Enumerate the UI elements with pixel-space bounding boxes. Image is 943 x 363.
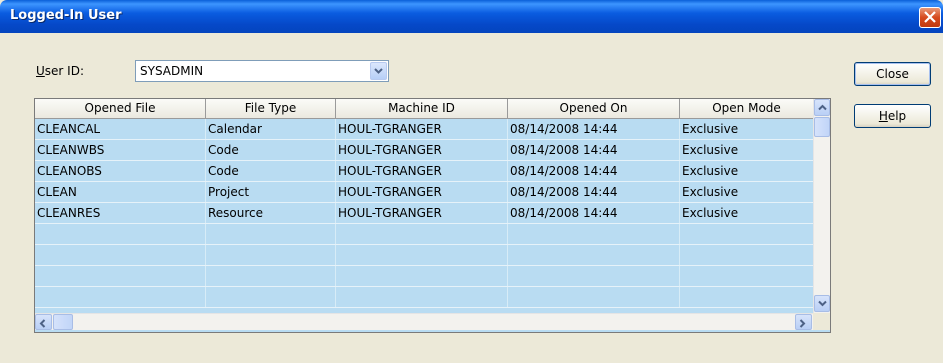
table-row[interactable]: CLEANRES Resource HOUL-TGRANGER 08/14/2008 … [35, 203, 814, 224]
cell-open-mode: Exclusive [680, 182, 814, 202]
cell-file-type [206, 287, 336, 307]
cell-opened-file: CLEANCAL [35, 119, 206, 139]
user-id-dropdown[interactable]: SYSADMIN [135, 60, 389, 82]
scroll-up-button[interactable] [814, 99, 830, 116]
cell-opened-file: CLEAN [35, 182, 206, 202]
cell-machine-id [336, 224, 508, 244]
dropdown-button[interactable] [370, 62, 387, 80]
cell-file-type [206, 266, 336, 286]
chevron-up-icon [818, 104, 827, 111]
cell-file-type: Calendar [206, 119, 336, 139]
opened-files-grid[interactable]: Opened File File Type Machine ID Opened … [34, 98, 831, 333]
column-header-machine-id[interactable]: Machine ID [336, 99, 508, 118]
cell-opened-on [508, 224, 680, 244]
vertical-scrollbar[interactable] [813, 99, 830, 313]
cell-opened-on: 08/14/2008 14:44 [508, 203, 680, 223]
cell-machine-id: HOUL-TGRANGER [336, 203, 508, 223]
cell-opened-on: 08/14/2008 14:44 [508, 161, 680, 181]
cell-open-mode: Exclusive [680, 140, 814, 160]
window-title: Logged-In User [10, 8, 122, 23]
table-row[interactable]: CLEANCAL Calendar HOUL-TGRANGER 08/14/2008 … [35, 119, 814, 140]
cell-opened-on [508, 245, 680, 265]
cell-open-mode [680, 287, 814, 307]
cell-file-type [206, 224, 336, 244]
scroll-down-button[interactable] [814, 295, 830, 312]
cell-open-mode [680, 245, 814, 265]
empty-table-row[interactable] [35, 266, 814, 287]
window-close-button[interactable] [919, 7, 941, 28]
cell-machine-id [336, 245, 508, 265]
grid-header: Opened File File Type Machine ID Opened … [35, 99, 814, 119]
logged-in-user-dialog: Logged-In User User ID: SYSADMIN Opened … [0, 0, 943, 363]
horizontal-scrollbar[interactable] [35, 313, 813, 330]
chevron-right-icon [799, 319, 806, 328]
horizontal-scroll-thumb[interactable] [53, 314, 73, 330]
cell-opened-on [508, 266, 680, 286]
scroll-left-button[interactable] [35, 314, 52, 330]
cell-machine-id: HOUL-TGRANGER [336, 140, 508, 160]
chevron-down-icon [374, 68, 383, 74]
cell-machine-id [336, 287, 508, 307]
user-id-label: User ID: [36, 64, 85, 78]
cell-opened-file [35, 224, 206, 244]
chevron-down-icon [818, 300, 827, 307]
cell-file-type: Code [206, 161, 336, 181]
cell-opened-file [35, 287, 206, 307]
cell-file-type: Code [206, 140, 336, 160]
close-button[interactable]: Close [854, 62, 931, 86]
column-header-opened-file[interactable]: Opened File [35, 99, 206, 118]
cell-open-mode [680, 266, 814, 286]
cell-open-mode: Exclusive [680, 161, 814, 181]
cell-opened-on: 08/14/2008 14:44 [508, 119, 680, 139]
cell-open-mode: Exclusive [680, 203, 814, 223]
user-id-value: SYSADMIN [140, 64, 204, 78]
scroll-right-button[interactable] [795, 314, 812, 330]
table-row[interactable]: CLEANOBS Code HOUL-TGRANGER 08/14/2008 14:4… [35, 161, 814, 182]
column-header-file-type[interactable]: File Type [206, 99, 336, 118]
cell-opened-file: CLEANOBS [35, 161, 206, 181]
title-bar[interactable]: Logged-In User [0, 0, 943, 33]
column-header-opened-on[interactable]: Opened On [508, 99, 680, 118]
cell-opened-on: 08/14/2008 14:44 [508, 140, 680, 160]
vertical-scroll-thumb[interactable] [814, 117, 830, 137]
cell-opened-file: CLEANRES [35, 203, 206, 223]
cell-opened-file: CLEANWBS [35, 140, 206, 160]
cell-opened-file [35, 266, 206, 286]
empty-table-row[interactable] [35, 245, 814, 266]
table-row[interactable]: CLEANWBS Code HOUL-TGRANGER 08/14/2008 14:4… [35, 140, 814, 161]
scrollbar-corner [813, 313, 830, 330]
cell-file-type [206, 245, 336, 265]
cell-machine-id [336, 266, 508, 286]
empty-table-row[interactable] [35, 224, 814, 245]
help-button[interactable]: Help [854, 104, 931, 128]
empty-table-row[interactable] [35, 287, 814, 308]
cell-opened-on: 08/14/2008 14:44 [508, 182, 680, 202]
cell-machine-id: HOUL-TGRANGER [336, 161, 508, 181]
cell-machine-id: HOUL-TGRANGER [336, 119, 508, 139]
cell-file-type: Project [206, 182, 336, 202]
cell-opened-file [35, 245, 206, 265]
close-icon [924, 11, 936, 23]
table-row[interactable]: CLEAN Project HOUL-TGRANGER 08/14/2008 14:4… [35, 182, 814, 203]
cell-machine-id: HOUL-TGRANGER [336, 182, 508, 202]
cell-open-mode [680, 224, 814, 244]
chevron-left-icon [39, 319, 46, 328]
column-header-open-mode[interactable]: Open Mode [680, 99, 814, 118]
cell-file-type: Resource [206, 203, 336, 223]
cell-open-mode: Exclusive [680, 119, 814, 139]
cell-opened-on [508, 287, 680, 307]
